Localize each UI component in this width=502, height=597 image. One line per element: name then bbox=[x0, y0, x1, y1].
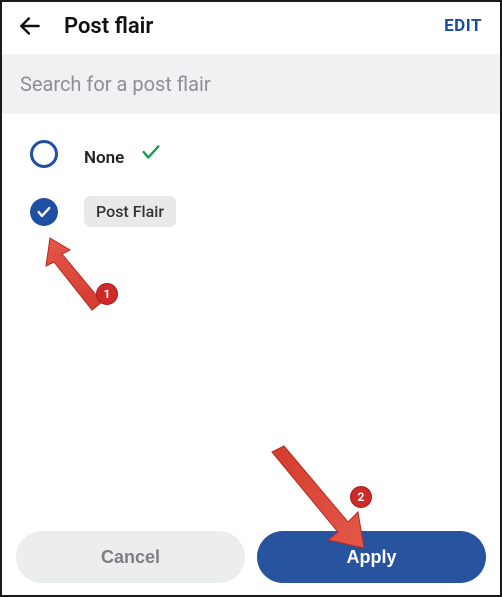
cancel-button[interactable]: Cancel bbox=[16, 531, 245, 583]
radio-selected-icon[interactable] bbox=[30, 198, 58, 226]
screen-frame: Post flair EDIT Search for a post flair … bbox=[0, 0, 502, 597]
option-flair-label: Post Flair bbox=[84, 196, 176, 227]
option-none[interactable]: None bbox=[30, 140, 472, 168]
checkmark-icon bbox=[140, 141, 162, 163]
radio-unselected-icon[interactable] bbox=[30, 140, 58, 168]
page-title: Post flair bbox=[58, 14, 430, 39]
option-label-wrapper: None bbox=[84, 141, 162, 168]
back-arrow-icon[interactable] bbox=[16, 12, 44, 40]
flair-options-list: None Post Flair bbox=[2, 114, 500, 281]
footer-buttons: Cancel Apply bbox=[16, 531, 486, 583]
header: Post flair EDIT bbox=[2, 2, 500, 48]
search-input[interactable]: Search for a post flair bbox=[2, 54, 500, 114]
annotation-badge-2: 2 bbox=[350, 486, 372, 508]
option-post-flair[interactable]: Post Flair bbox=[30, 196, 472, 227]
edit-button[interactable]: EDIT bbox=[444, 16, 486, 36]
annotation-badge-1: 1 bbox=[96, 283, 118, 305]
option-none-label: None bbox=[84, 148, 124, 168]
search-placeholder: Search for a post flair bbox=[20, 72, 211, 96]
apply-button[interactable]: Apply bbox=[257, 531, 486, 583]
